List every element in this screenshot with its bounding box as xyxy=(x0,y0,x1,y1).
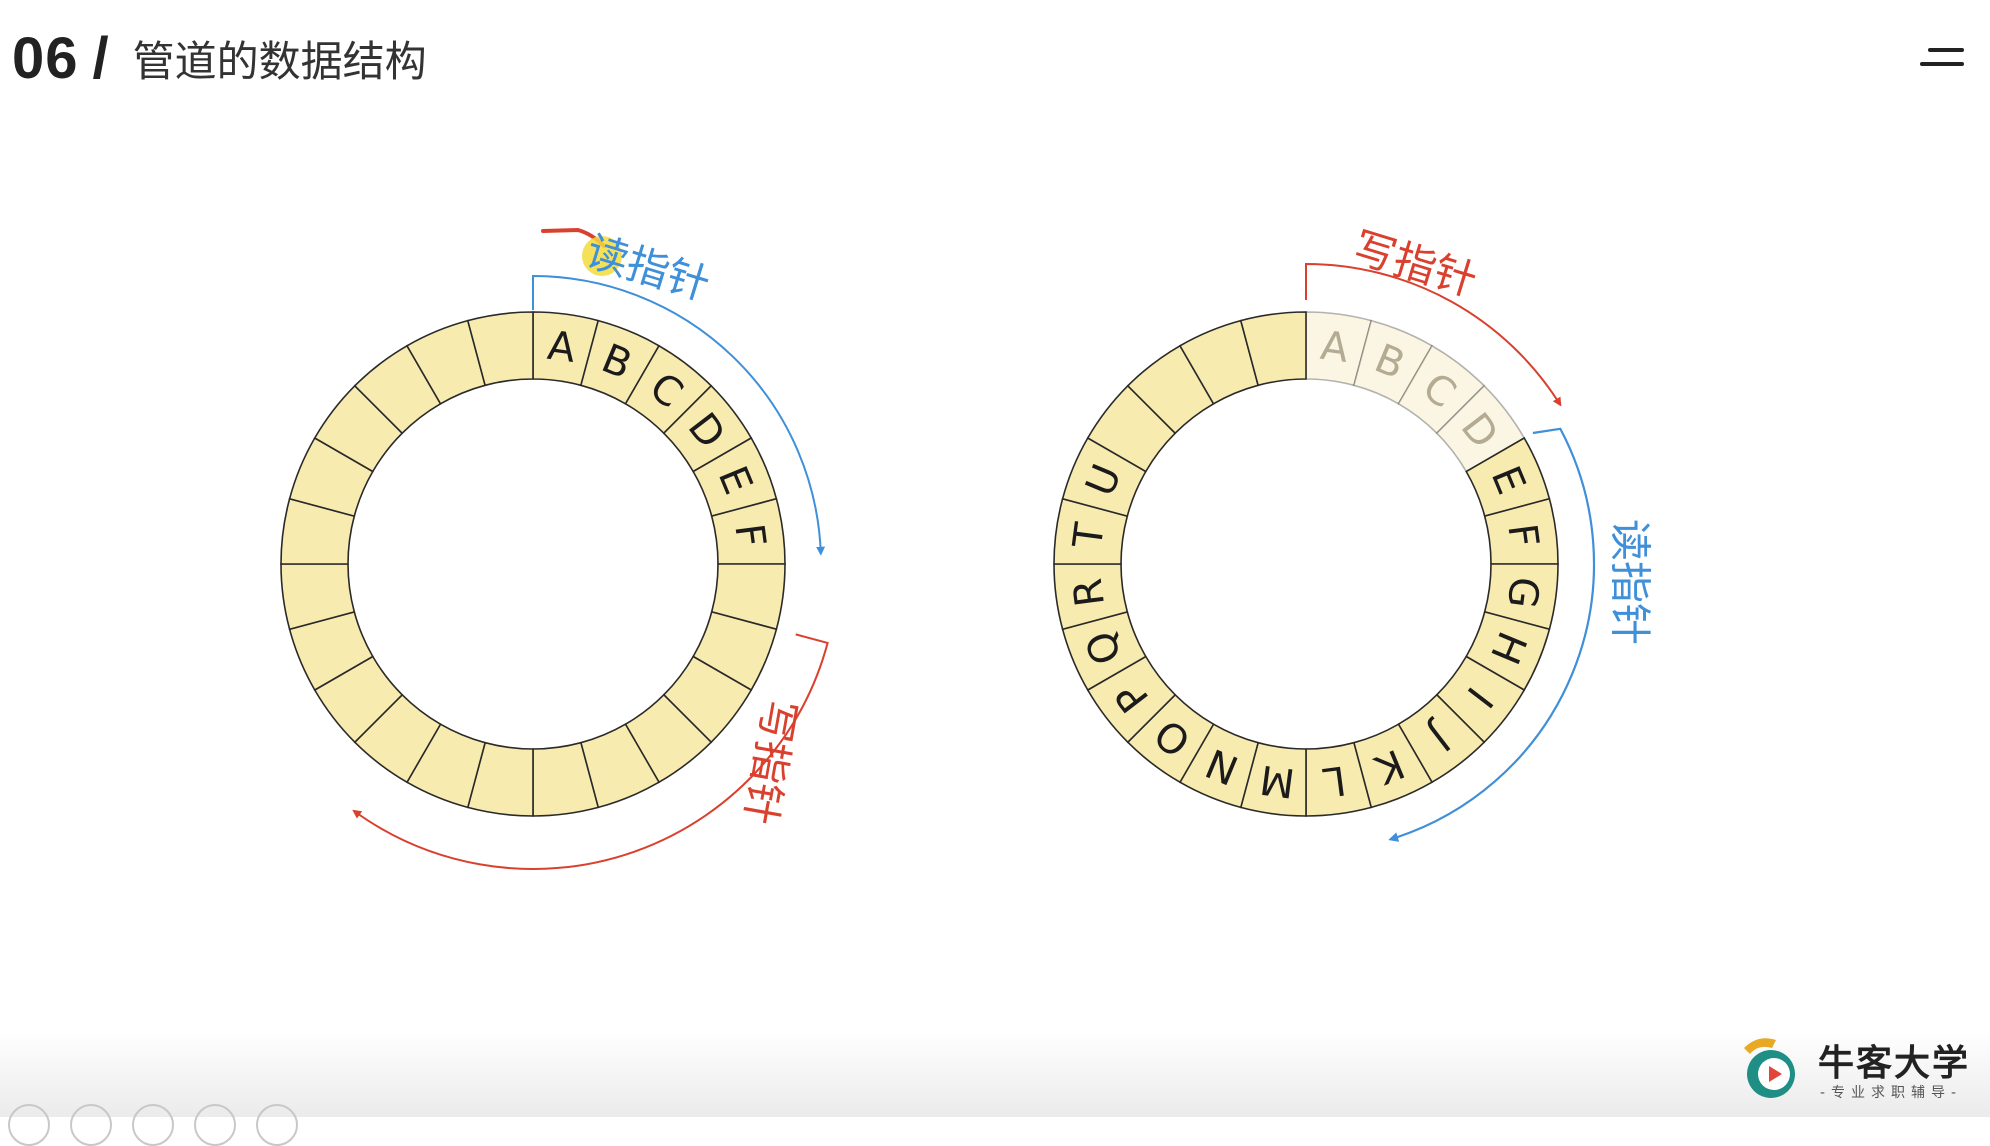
right-read-pointer-label: 读指针 xyxy=(1606,519,1655,645)
left-write-pointer-label: 写指针 xyxy=(735,696,805,829)
left-read-pointer-label: 读指针 xyxy=(581,226,716,310)
search-tool-icon[interactable] xyxy=(194,1104,236,1146)
right-ring-buffer: A BCDEFGHIJKLMNOPQRTU xyxy=(1053,311,1559,817)
brand-subtitle: -专业求职辅导- xyxy=(1820,1085,1963,1101)
brand-block: 牛客大学 -专业求职辅导- xyxy=(1736,1032,1976,1106)
segment-letter: R xyxy=(1065,576,1114,610)
text-tool-icon[interactable] xyxy=(132,1104,174,1146)
segment-letter: G xyxy=(1498,574,1548,611)
pipe-ring-buffer-diagram: A BCDEF A BCDEFGHIJKLMNOPQRTU 读指针写指针写指针读指针 xyxy=(280,222,1655,870)
more-tool-icon[interactable] xyxy=(256,1104,298,1146)
pen-tool-icon[interactable] xyxy=(70,1104,112,1146)
arrow-tool-icon[interactable] xyxy=(8,1104,50,1146)
presentation-toolbar xyxy=(0,1098,360,1146)
right-write-pointer-label: 写指针 xyxy=(1348,222,1483,306)
niuke-logo-icon xyxy=(1744,1038,1795,1098)
left-ring-buffer: A BCDEF xyxy=(280,311,786,817)
segment-letter: M xyxy=(1257,756,1297,806)
brand-name: 牛客大学 xyxy=(1818,1043,1971,1084)
